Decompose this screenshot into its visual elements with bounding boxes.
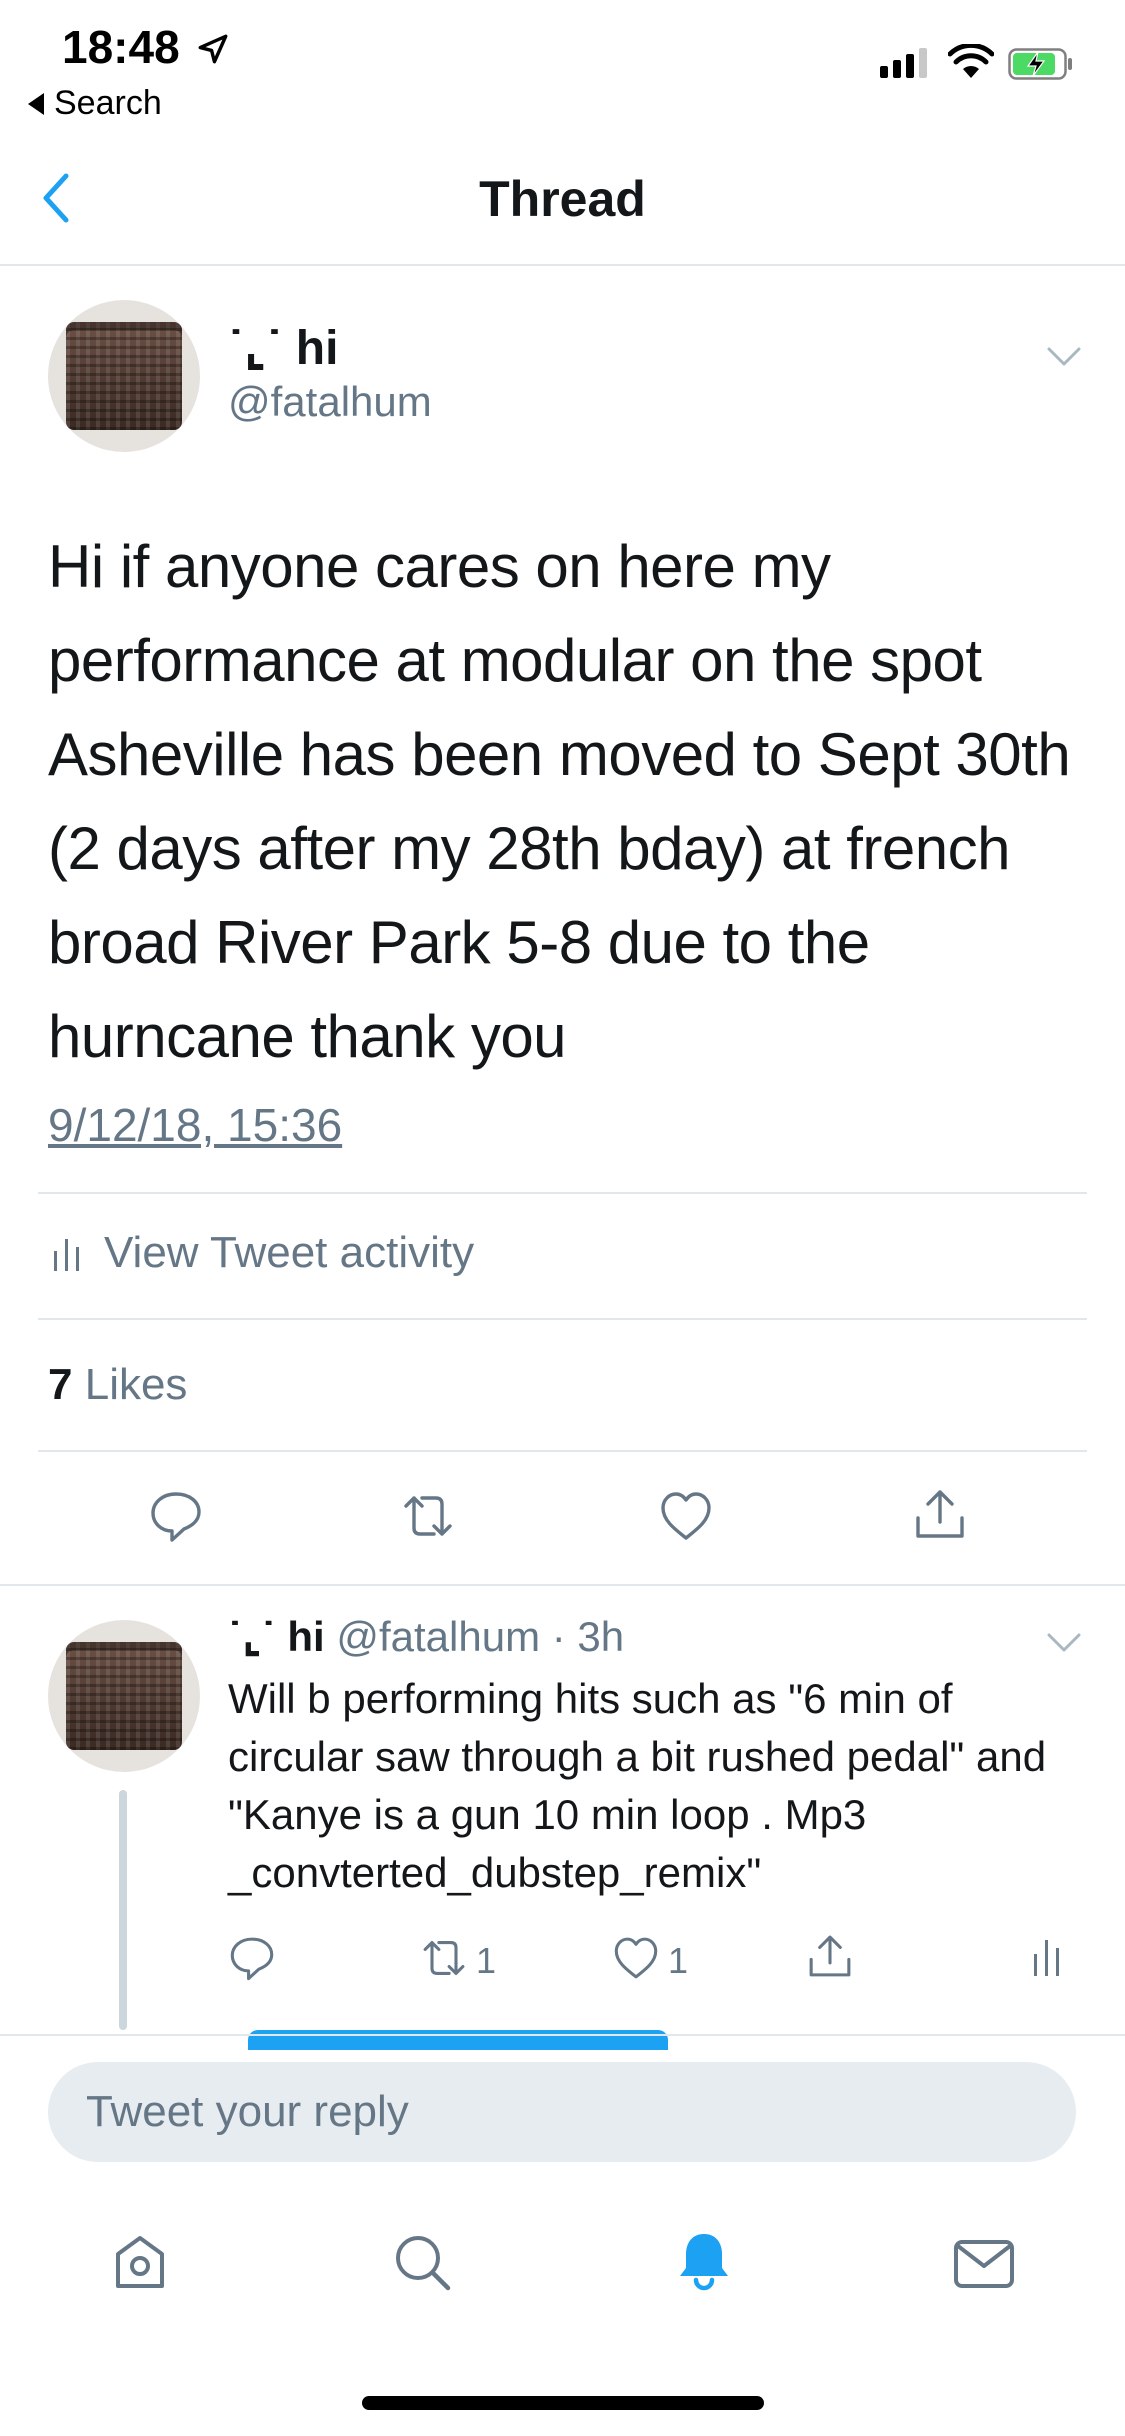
likes-label: Likes xyxy=(84,1360,188,1409)
notifications-icon[interactable] xyxy=(672,2228,736,2292)
page-title: Thread xyxy=(479,171,646,227)
home-icon[interactable] xyxy=(108,2230,172,2294)
share-icon[interactable] xyxy=(912,1486,968,1542)
reply-text: Will b performing hits such as "6 min of… xyxy=(228,1675,1047,1896)
reply-retweet-count: 1 xyxy=(476,1940,497,1981)
reply-avatar[interactable] xyxy=(48,1620,200,1772)
messages-icon[interactable] xyxy=(952,2232,1016,2296)
activity-bars-icon[interactable] xyxy=(1032,1934,1062,1978)
tweet-timestamp[interactable]: 9/12/18, 15:36 xyxy=(48,1098,342,1152)
battery-charging-icon xyxy=(1008,48,1072,80)
back-to-search[interactable]: Search xyxy=(28,84,162,123)
retweet-icon[interactable] xyxy=(420,1934,468,1982)
view-tweet-activity-label: View Tweet activity xyxy=(104,1228,475,1277)
author-display-name[interactable]: ˙⌞˙ hi xyxy=(228,320,338,376)
reply-handle-time: @fatalhum · 3h xyxy=(336,1613,625,1660)
header-divider xyxy=(0,264,1125,266)
chevron-down-icon[interactable] xyxy=(1046,1632,1082,1654)
divider xyxy=(0,1584,1125,1586)
reply-display-name: ˙⌞˙ hi xyxy=(228,1613,325,1660)
thread-connector xyxy=(119,1790,127,2030)
divider xyxy=(38,1450,1087,1452)
like-icon[interactable] xyxy=(612,1934,660,1982)
back-to-search-label: Search xyxy=(54,84,162,122)
home-indicator xyxy=(362,2396,764,2410)
reply-like-count: 1 xyxy=(668,1940,689,1981)
divider xyxy=(38,1318,1087,1320)
author-handle[interactable]: @fatalhum xyxy=(228,378,432,426)
status-time: 18:48 xyxy=(62,21,180,73)
reply-icon[interactable] xyxy=(228,1934,276,1982)
reply-icon[interactable] xyxy=(148,1488,204,1544)
chevron-down-icon[interactable] xyxy=(1046,346,1082,368)
signal-icon xyxy=(880,48,927,78)
search-icon[interactable] xyxy=(390,2230,454,2294)
back-triangle-icon xyxy=(28,92,44,115)
retweet-icon[interactable] xyxy=(400,1488,456,1544)
divider xyxy=(38,1192,1087,1194)
tweet-text: Hi if anyone cares on here my performanc… xyxy=(48,533,1071,1070)
reply-author-row[interactable]: ˙⌞˙ hi @fatalhum · 3h xyxy=(228,1612,624,1661)
reply-input-placeholder: Tweet your reply xyxy=(86,2087,409,2136)
wifi-icon xyxy=(948,44,994,78)
composer-divider xyxy=(0,2034,1125,2036)
likes-count[interactable]: 7 Likes xyxy=(48,1360,187,1410)
share-icon[interactable] xyxy=(806,1932,854,1980)
likes-number: 7 xyxy=(48,1360,73,1409)
activity-bars-icon xyxy=(54,1239,79,1271)
location-arrow-icon xyxy=(198,34,228,64)
reply-input[interactable]: Tweet your reply xyxy=(48,2062,1076,2162)
view-tweet-activity-button[interactable]: View Tweet activity xyxy=(52,1228,474,1278)
like-icon[interactable] xyxy=(658,1488,714,1544)
peek-button-edge xyxy=(248,2030,668,2050)
avatar[interactable] xyxy=(48,300,200,452)
